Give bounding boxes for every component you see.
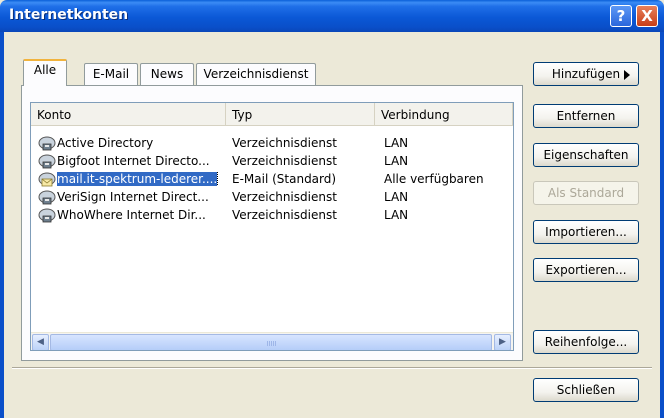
help-button[interactable]: ? — [610, 5, 632, 27]
properties-button[interactable]: Eigenschaften — [533, 143, 639, 167]
account-name: Bigfoot Internet Directo... — [57, 154, 210, 168]
order-button[interactable]: Reihenfolge... — [533, 330, 639, 354]
list-row[interactable]: WhoWhere Internet Dir... Verzeichnisdien… — [31, 206, 513, 224]
list-row[interactable]: VeriSign Internet Direct... Verzeichnisd… — [31, 188, 513, 206]
list-row[interactable]: Active Directory Verzeichnisdienst LAN — [31, 134, 513, 152]
close-button[interactable]: Schließen — [533, 378, 639, 402]
chevron-left-icon: ◀ — [37, 337, 44, 347]
add-button-label: Hinzufügen — [551, 67, 621, 81]
tab-news[interactable]: News — [140, 63, 194, 85]
grip-icon — [267, 341, 277, 346]
directory-service-icon — [38, 136, 56, 151]
close-icon: X — [641, 7, 653, 25]
account-name: mail.it-spektrum-lederer.... — [57, 172, 219, 186]
accounts-list[interactable]: Konto Typ Verbindung Active Directory Ve… — [30, 102, 514, 351]
account-connection: LAN — [384, 136, 409, 150]
chevron-right-icon — [624, 70, 630, 80]
tab-alle[interactable]: Alle — [23, 59, 67, 86]
window-title: Internetkonten — [9, 7, 129, 23]
scroll-thumb[interactable] — [50, 334, 492, 350]
column-header-verbindung[interactable]: Verbindung — [375, 103, 513, 126]
horizontal-scrollbar[interactable]: ◀ ▶ — [31, 332, 513, 350]
window-border-left — [0, 32, 4, 418]
account-connection: LAN — [384, 154, 409, 168]
account-name: VeriSign Internet Direct... — [57, 190, 209, 204]
window-border-right — [660, 32, 664, 418]
scroll-left-button[interactable]: ◀ — [32, 334, 49, 350]
directory-service-icon — [38, 208, 56, 223]
import-button[interactable]: Importieren... — [533, 220, 639, 244]
set-default-button[interactable]: Als Standard — [533, 181, 639, 205]
account-name: Active Directory — [57, 136, 154, 150]
list-row[interactable]: Bigfoot Internet Directo... Verzeichnisd… — [31, 152, 513, 170]
account-type: Verzeichnisdienst — [232, 208, 337, 222]
account-type: Verzeichnisdienst — [232, 190, 337, 204]
account-connection: LAN — [384, 208, 409, 222]
list-row-selected[interactable]: mail.it-spektrum-lederer.... E-Mail (Sta… — [31, 170, 513, 188]
account-connection: LAN — [384, 190, 409, 204]
add-button[interactable]: Hinzufügen — [533, 62, 639, 86]
title-bar: Internetkonten ? X — [0, 0, 664, 32]
account-type: Verzeichnisdienst — [232, 136, 337, 150]
list-header: Konto Typ Verbindung — [31, 103, 513, 126]
scroll-right-button[interactable]: ▶ — [494, 334, 511, 350]
tab-verzeichnisdienst[interactable]: Verzeichnisdienst — [196, 63, 316, 85]
account-type: Verzeichnisdienst — [232, 154, 337, 168]
directory-service-icon — [38, 190, 56, 205]
account-connection: Alle verfügbaren — [384, 172, 484, 186]
remove-button[interactable]: Entfernen — [533, 104, 639, 128]
chevron-right-icon: ▶ — [499, 337, 506, 347]
help-icon: ? — [616, 7, 626, 25]
column-header-konto[interactable]: Konto — [31, 103, 226, 126]
account-type: E-Mail (Standard) — [232, 172, 337, 186]
close-window-button[interactable]: X — [636, 5, 658, 27]
mail-account-icon — [38, 172, 56, 187]
account-name: WhoWhere Internet Dir... — [57, 208, 206, 222]
export-button[interactable]: Exportieren... — [533, 258, 639, 282]
divider — [12, 367, 652, 369]
tab-e-mail[interactable]: E-Mail — [84, 63, 138, 85]
column-header-typ[interactable]: Typ — [226, 103, 375, 126]
directory-service-icon — [38, 154, 56, 169]
